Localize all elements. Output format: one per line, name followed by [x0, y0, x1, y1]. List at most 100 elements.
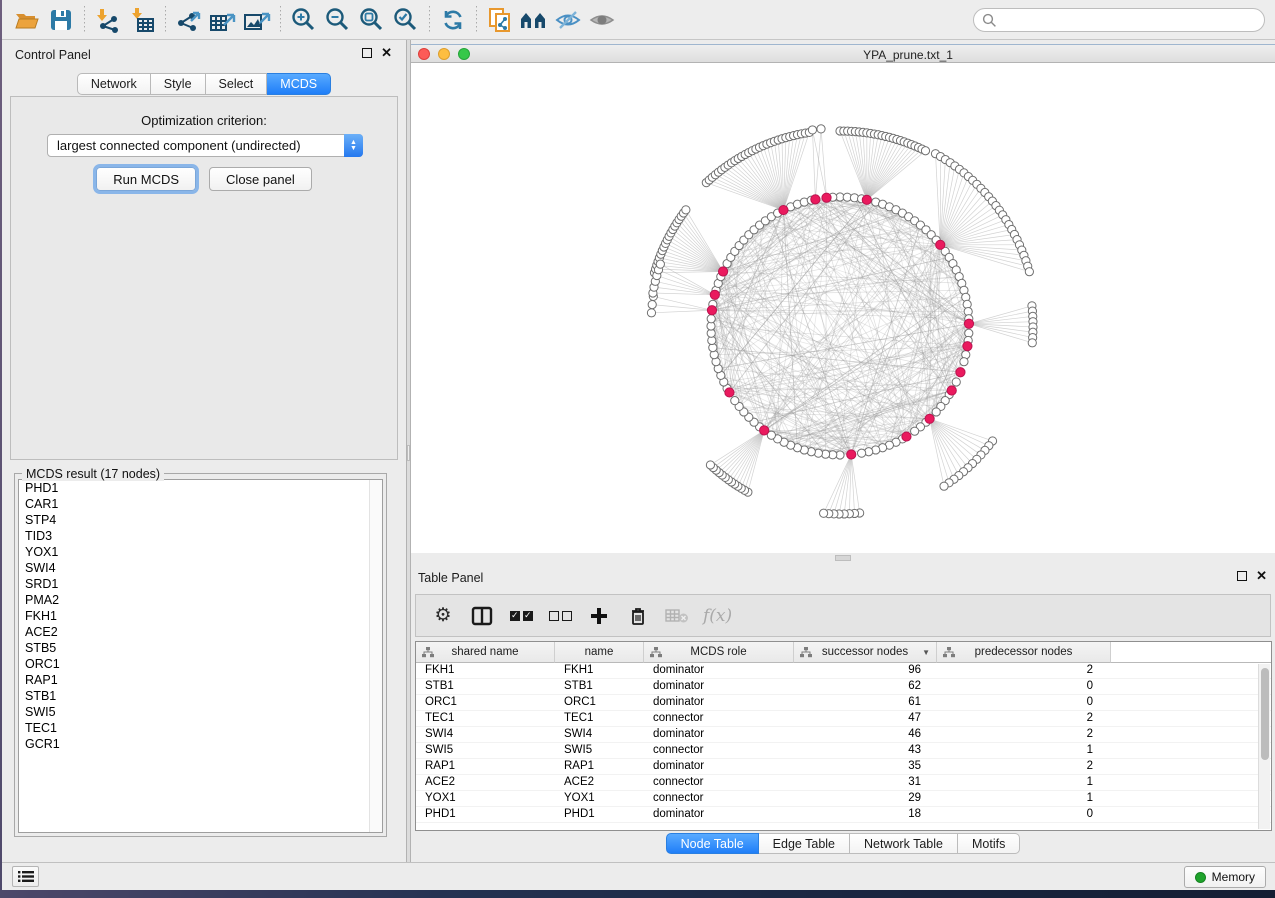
- new-network-from-selection-icon[interactable]: [483, 5, 517, 35]
- add-column-icon[interactable]: [586, 603, 612, 629]
- memory-label: Memory: [1212, 870, 1255, 884]
- mcds-result-item[interactable]: PMA2: [19, 592, 382, 608]
- zoom-out-icon[interactable]: [321, 5, 355, 35]
- mcds-result-item[interactable]: STB5: [19, 640, 382, 656]
- control-panel-close-icon[interactable]: ✕: [381, 48, 392, 58]
- main-toolbar: [2, 0, 1275, 40]
- task-history-button[interactable]: [12, 866, 39, 887]
- select-stepper-icon: ▲▼: [344, 134, 363, 157]
- mcds-result-item[interactable]: ORC1: [19, 656, 382, 672]
- zoom-fit-icon[interactable]: [355, 5, 389, 35]
- mcds-panel: Optimization criterion: largest connecte…: [10, 96, 398, 460]
- toolbar-separator: [476, 6, 477, 34]
- tab-node-table[interactable]: Node Table: [666, 833, 759, 854]
- table-row[interactable]: FKH1FKH1dominator962: [416, 663, 1271, 679]
- column-header-shared-name[interactable]: shared name: [416, 642, 555, 663]
- network-table-splitter[interactable]: [411, 553, 1275, 563]
- toolbar-separator: [429, 6, 430, 34]
- tab-network[interactable]: Network: [77, 73, 151, 95]
- table-row[interactable]: RAP1RAP1dominator352: [416, 759, 1271, 775]
- network-canvas[interactable]: [411, 63, 1275, 553]
- zoom-selected-icon[interactable]: [389, 5, 423, 35]
- column-header-successor-nodes[interactable]: successor nodes▼: [794, 642, 937, 663]
- hide-selected-icon[interactable]: [551, 5, 585, 35]
- column-header-MCDS-role[interactable]: MCDS role: [644, 642, 794, 663]
- run-mcds-button[interactable]: Run MCDS: [96, 167, 196, 191]
- mcds-result-item[interactable]: STB1: [19, 688, 382, 704]
- table-panel: Table Panel ✕ ⚙: [411, 563, 1275, 862]
- delete-column-icon[interactable]: [625, 603, 651, 629]
- table-row[interactable]: YOX1YOX1connector291: [416, 791, 1271, 807]
- zoom-in-icon[interactable]: [287, 5, 321, 35]
- network-graph: [411, 63, 1275, 553]
- export-network-icon[interactable]: [172, 5, 206, 35]
- search-input[interactable]: [997, 13, 1264, 27]
- control-panel-float-icon[interactable]: [362, 48, 372, 58]
- mcds-result-item[interactable]: PHD1: [19, 480, 382, 496]
- mcds-result-item[interactable]: FKH1: [19, 608, 382, 624]
- mcds-result-scrollbar[interactable]: [369, 480, 382, 832]
- toolbar-separator: [280, 6, 281, 34]
- toolbar-separator: [165, 6, 166, 34]
- tab-edge-table[interactable]: Edge Table: [759, 833, 850, 854]
- mcds-result-item[interactable]: SWI4: [19, 560, 382, 576]
- table-row[interactable]: ACE2ACE2connector311: [416, 775, 1271, 791]
- table-row[interactable]: ORC1ORC1dominator610: [416, 695, 1271, 711]
- tab-mcds[interactable]: MCDS: [267, 73, 331, 95]
- mcds-result-item[interactable]: CAR1: [19, 496, 382, 512]
- table-row[interactable]: SWI4SWI4dominator462: [416, 727, 1271, 743]
- sort-chevron-icon: ▼: [922, 648, 930, 657]
- mcds-result-groupbox: MCDS result (17 nodes) PHD1CAR1STP4TID3Y…: [14, 467, 387, 837]
- table-header-row: shared namenameMCDS rolesuccessor nodes▼…: [416, 642, 1271, 663]
- export-image-icon[interactable]: [240, 5, 274, 35]
- mcds-result-item[interactable]: RAP1: [19, 672, 382, 688]
- control-panel-title: Control Panel: [15, 48, 91, 62]
- show-all-icon[interactable]: [585, 5, 619, 35]
- tab-select[interactable]: Select: [206, 73, 268, 95]
- table-row[interactable]: TEC1TEC1connector472: [416, 711, 1271, 727]
- mcds-result-item[interactable]: YOX1: [19, 544, 382, 560]
- mcds-result-item[interactable]: GCR1: [19, 736, 382, 752]
- table-row[interactable]: PHD1PHD1dominator180: [416, 807, 1271, 823]
- tab-style[interactable]: Style: [151, 73, 206, 95]
- refresh-icon[interactable]: [436, 5, 470, 35]
- network-window-titlebar[interactable]: YPA_prune.txt_1: [411, 44, 1275, 63]
- table-scrollbar[interactable]: [1258, 664, 1270, 829]
- close-panel-button[interactable]: Close panel: [209, 167, 312, 191]
- column-header-name[interactable]: name: [555, 642, 644, 663]
- table-panel-float-icon[interactable]: [1237, 571, 1247, 581]
- save-icon[interactable]: [44, 5, 78, 35]
- table-settings-gear-icon[interactable]: ⚙: [430, 603, 456, 629]
- table-row[interactable]: SWI5SWI5connector431: [416, 743, 1271, 759]
- import-table-icon[interactable]: [125, 5, 159, 35]
- deselect-all-icon[interactable]: [547, 603, 573, 629]
- column-visibility-icon[interactable]: [469, 603, 495, 629]
- mcds-result-item[interactable]: SRD1: [19, 576, 382, 592]
- column-header-predecessor-nodes[interactable]: predecessor nodes: [937, 642, 1111, 663]
- select-all-icon[interactable]: [508, 603, 534, 629]
- table-panel-title: Table Panel: [418, 571, 483, 585]
- memory-button[interactable]: Memory: [1184, 866, 1266, 888]
- open-icon[interactable]: [10, 5, 44, 35]
- table-row[interactable]: STB1STB1dominator620: [416, 679, 1271, 695]
- search-box[interactable]: [973, 8, 1265, 32]
- control-panel-tabs: NetworkStyleSelectMCDS: [2, 73, 406, 95]
- mcds-result-list[interactable]: PHD1CAR1STP4TID3YOX1SWI4SRD1PMA2FKH1ACE2…: [18, 479, 383, 833]
- mcds-result-item[interactable]: TEC1: [19, 720, 382, 736]
- mcds-result-item[interactable]: TID3: [19, 528, 382, 544]
- mcds-result-item[interactable]: SWI5: [19, 704, 382, 720]
- search-icon: [982, 13, 997, 28]
- node-table[interactable]: shared namenameMCDS rolesuccessor nodes▼…: [415, 641, 1272, 831]
- table-scrollbar-thumb[interactable]: [1261, 668, 1269, 760]
- tab-motifs[interactable]: Motifs: [958, 833, 1020, 854]
- mcds-result-item[interactable]: STP4: [19, 512, 382, 528]
- optimization-criterion-select[interactable]: largest connected component (undirected)…: [47, 134, 363, 157]
- cytoscape-window: Control Panel ✕ NetworkStyleSelectMCDS O…: [2, 0, 1275, 890]
- network-window: YPA_prune.txt_1: [411, 44, 1275, 563]
- export-table-icon[interactable]: [206, 5, 240, 35]
- mcds-result-item[interactable]: ACE2: [19, 624, 382, 640]
- import-network-icon[interactable]: [91, 5, 125, 35]
- tab-network-table[interactable]: Network Table: [850, 833, 958, 854]
- table-panel-close-icon[interactable]: ✕: [1256, 571, 1267, 581]
- first-neighbors-icon[interactable]: [517, 5, 551, 35]
